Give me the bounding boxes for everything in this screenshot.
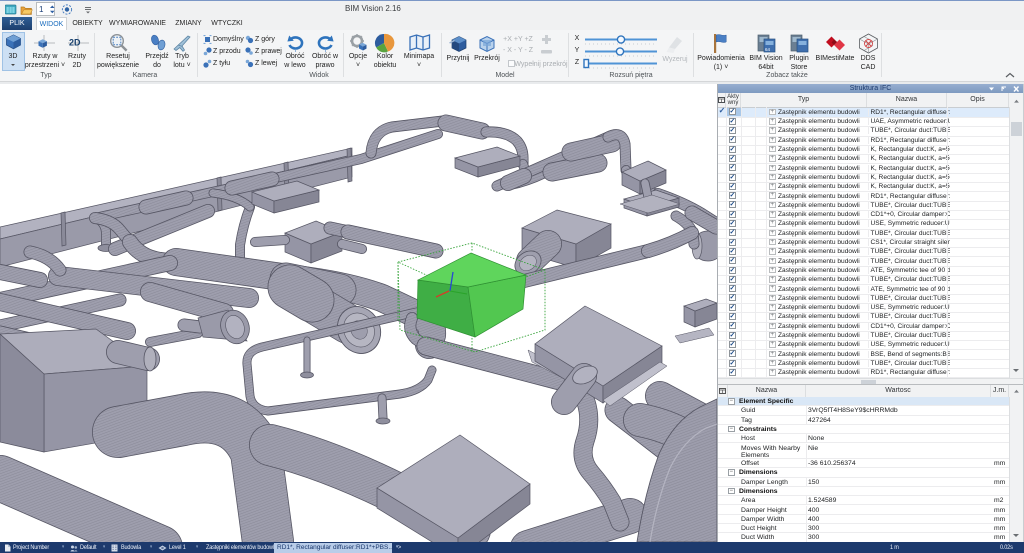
svg-text:2D: 2D [69,38,81,48]
svg-text:64: 64 [765,47,771,52]
